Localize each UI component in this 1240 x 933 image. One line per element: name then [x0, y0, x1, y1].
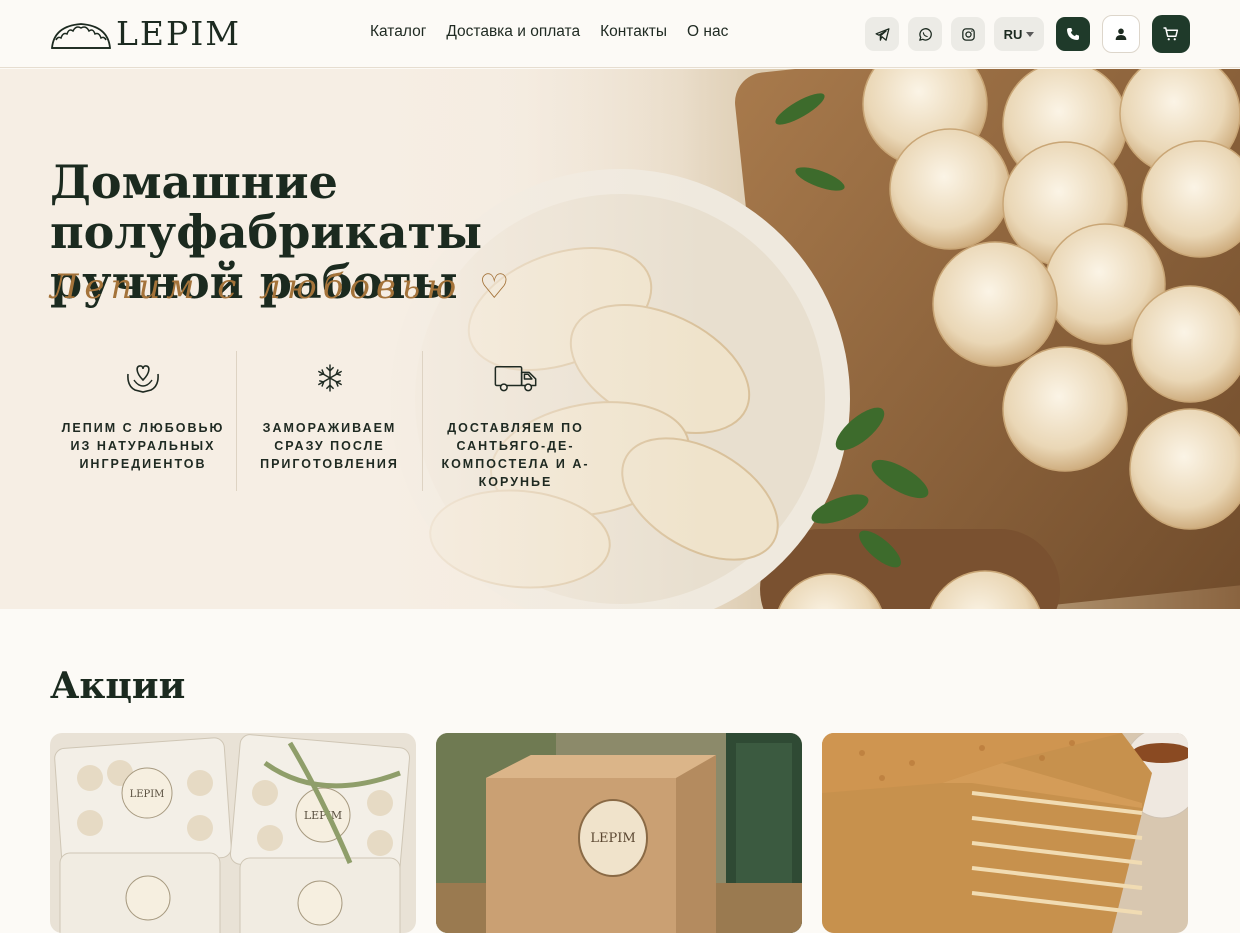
phone-icon — [1067, 28, 1079, 40]
frozen-dumpling-packs-photo: LEPIM LEPIM — [50, 733, 416, 933]
telegram-button[interactable] — [865, 17, 899, 51]
main-nav: Каталог Доставка и оплата Контакты О нас — [370, 23, 728, 41]
hero-banner: Домашние полуфабрикаты ручной работы Леп… — [0, 69, 1240, 609]
feature-natural: Лепим с любовью из натуральных ингредиен… — [50, 351, 236, 491]
feature-delivery-text: Доставляем по Сантьяго-де-Компостела и А… — [441, 421, 590, 489]
heart-hands-icon — [123, 353, 163, 403]
whatsapp-icon — [918, 27, 932, 41]
account-button[interactable] — [1102, 15, 1140, 53]
snowflake-icon — [312, 353, 348, 403]
chevron-down-icon — [1026, 31, 1035, 37]
honey-cake-photo — [822, 733, 1188, 933]
nav-about[interactable]: О нас — [687, 23, 728, 41]
feature-delivery: Доставляем по Сантьяго-де-Компостела и А… — [422, 351, 608, 491]
language-label: RU — [1003, 26, 1023, 42]
site-header: LEPIM Каталог Доставка и оплата Контакты… — [0, 0, 1240, 68]
instagram-button[interactable] — [951, 17, 985, 51]
telegram-icon — [874, 27, 890, 41]
promo-card-dumpling-packs[interactable]: LEPIM LEPIM — [50, 733, 416, 933]
feature-frozen-text: Замораживаем сразу после приготовления — [260, 421, 399, 471]
promo-card-gift-box[interactable]: LEPIM — [436, 733, 802, 933]
language-selector[interactable]: RU — [994, 17, 1044, 51]
promo-card-honey-cake[interactable] — [822, 733, 1188, 933]
nav-delivery[interactable]: Доставка и оплата — [446, 23, 580, 41]
pack-label-text: LEPIM — [304, 809, 342, 822]
phone-button[interactable] — [1056, 17, 1090, 51]
whatsapp-button[interactable] — [908, 17, 942, 51]
instagram-icon — [961, 27, 975, 41]
hero-fade-overlay — [0, 69, 700, 609]
logo[interactable]: LEPIM — [48, 14, 241, 54]
cart-button[interactable] — [1152, 15, 1190, 53]
promotions-cards: LEPIM LEPIM LEPIM — [50, 733, 1188, 933]
hero-slogan: Лепим с любовью ♡ — [50, 267, 516, 307]
promotions-title: Акции — [50, 665, 186, 707]
nav-contacts[interactable]: Контакты — [600, 23, 667, 41]
cart-icon — [1163, 27, 1179, 41]
logo-wordmark: LEPIM — [116, 14, 242, 53]
kraft-gift-box-photo: LEPIM — [436, 733, 802, 933]
dumpling-logo-icon — [51, 23, 111, 49]
feature-natural-text: Лепим с любовью из натуральных ингредиен… — [61, 421, 225, 471]
box-label-text: LEPIM — [590, 831, 635, 846]
nav-catalog[interactable]: Каталог — [370, 23, 426, 41]
delivery-truck-icon — [493, 353, 539, 403]
feature-frozen: Замораживаем сразу после приготовления — [236, 351, 422, 491]
header-actions: RU — [865, 15, 1190, 53]
user-icon — [1115, 28, 1127, 40]
pack-label-text: LEPIM — [130, 789, 165, 800]
feature-list: Лепим с любовью из натуральных ингредиен… — [50, 351, 608, 491]
